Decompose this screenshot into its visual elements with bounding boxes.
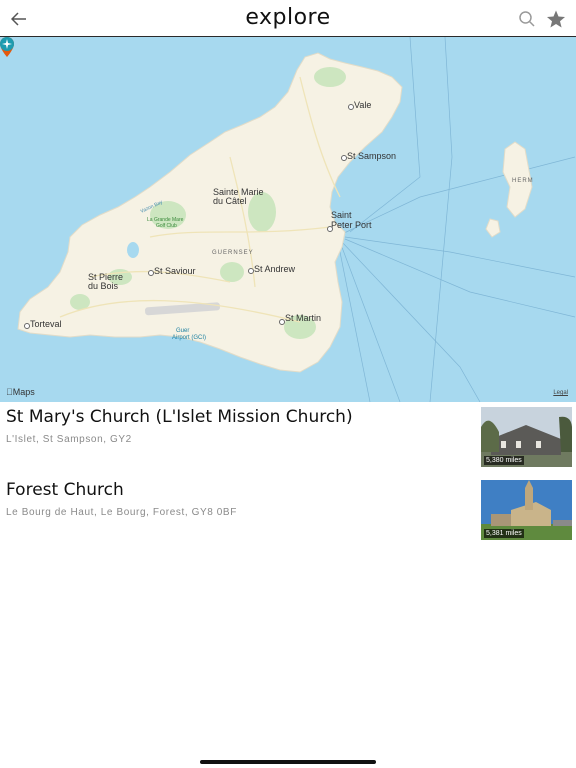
- legal-link[interactable]: Legal: [553, 390, 568, 396]
- map-label-golf-2: Golf Club: [156, 223, 177, 229]
- map-label-du-catel: du Câtel: [213, 196, 247, 206]
- map-label-st-sampson: St Sampson: [347, 151, 397, 161]
- map-label-du-bois: du Bois: [88, 281, 119, 291]
- maps-attribution: Maps: [6, 387, 35, 397]
- star-icon: [547, 10, 565, 28]
- map-label-airport-2: Airport (GCI): [172, 335, 207, 341]
- list-item[interactable]: St Mary's Church (L'Islet Mission Church…: [0, 407, 576, 473]
- favorites-button[interactable]: [546, 9, 566, 29]
- result-title: St Mary's Church (L'Islet Mission Church…: [6, 407, 353, 427]
- result-address: L'Islet, St Sampson, GY2: [6, 434, 132, 445]
- apple-logo-icon: : [6, 387, 13, 397]
- airport-icon: [0, 37, 14, 51]
- church-thumbnail: 5,381 miles: [481, 480, 572, 540]
- map-label-herm: HERM: [512, 178, 534, 184]
- map-label-vale: Vale: [354, 100, 372, 110]
- map-marker-dot: [327, 226, 333, 232]
- top-bar: explore: [0, 0, 576, 37]
- map-graphic: [17, 37, 576, 402]
- map-label-saint: Saint: [331, 210, 352, 220]
- app-title: explore: [245, 5, 331, 30]
- result-title: Forest Church: [6, 480, 124, 500]
- map-view[interactable]: Vale St Sampson Sainte Marie du Câtel Sa…: [0, 37, 576, 402]
- map-label-peter-port: Peter Port: [331, 220, 372, 230]
- distance-badge: 5,381 miles: [484, 529, 524, 538]
- search-button[interactable]: [518, 10, 536, 28]
- map-label-st-andrew: St Andrew: [254, 264, 296, 274]
- map-label-st-saviour: St Saviour: [154, 266, 196, 276]
- church-thumbnail: 5,380 miles: [481, 407, 572, 467]
- distance-badge: 5,380 miles: [484, 456, 524, 465]
- search-icon: [519, 11, 535, 27]
- map-label-guernsey: GUERNSEY: [212, 250, 254, 256]
- map-label-torteval: Torteval: [30, 319, 62, 329]
- list-item[interactable]: Forest Church Le Bourg de Haut, Le Bourg…: [0, 480, 576, 546]
- result-address: Le Bourg de Haut, Le Bourg, Forest, GY8 …: [6, 507, 237, 518]
- map-label-st-martin: St Martin: [285, 313, 322, 323]
- home-indicator[interactable]: [200, 760, 376, 764]
